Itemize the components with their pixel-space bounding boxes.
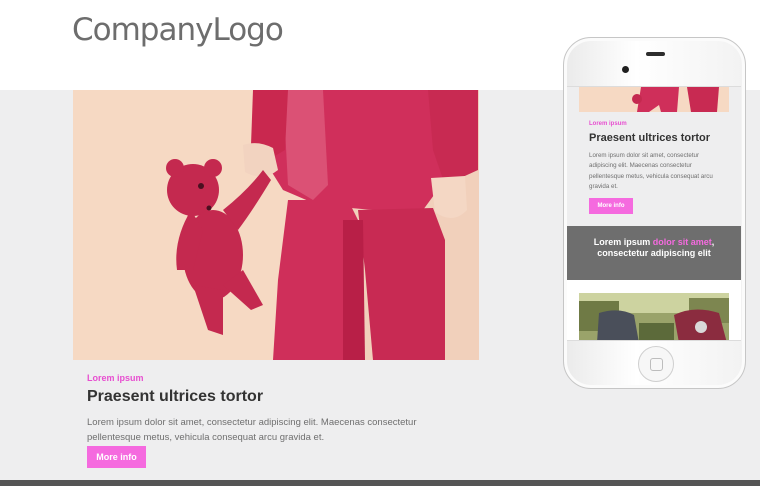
company-logo[interactable]: CompanyLogo — [72, 12, 284, 48]
banner-text-highlight: dolor sit amet — [652, 237, 712, 247]
card-eyebrow: Lorem ipsum — [87, 373, 144, 383]
phone-mockup: Lorem ipsum Praesent ultrices tortor Lor… — [563, 37, 746, 389]
banner-text-plain: Lorem ipsum — [593, 237, 651, 247]
phone-camera-icon — [622, 66, 629, 73]
card-title: Praesent ultrices tortor — [87, 388, 264, 405]
mobile-body: Lorem ipsum dolor sit amet, consectetur … — [589, 152, 713, 191]
phone-screen: Lorem ipsum Praesent ultrices tortor Lor… — [567, 86, 741, 341]
mobile-banner: Lorem ipsum dolor sit amet, consectetur … — [567, 226, 741, 280]
footer-bar — [0, 480, 760, 486]
article-card: Lorem ipsum Praesent ultrices tortor Lor… — [87, 373, 477, 445]
mobile-hero-image — [579, 87, 729, 112]
mobile-more-info-button[interactable]: More info — [589, 198, 633, 214]
card-body: Lorem ipsum dolor sit amet, consectetur … — [87, 417, 417, 443]
mobile-eyebrow: Lorem ipsum — [589, 121, 627, 127]
phone-home-button — [638, 346, 674, 382]
mobile-title: Praesent ultrices tortor — [589, 132, 711, 144]
mobile-photo — [579, 293, 729, 340]
more-info-button[interactable]: More info — [87, 446, 146, 468]
hero-image — [73, 90, 479, 360]
phone-speaker — [646, 52, 665, 56]
